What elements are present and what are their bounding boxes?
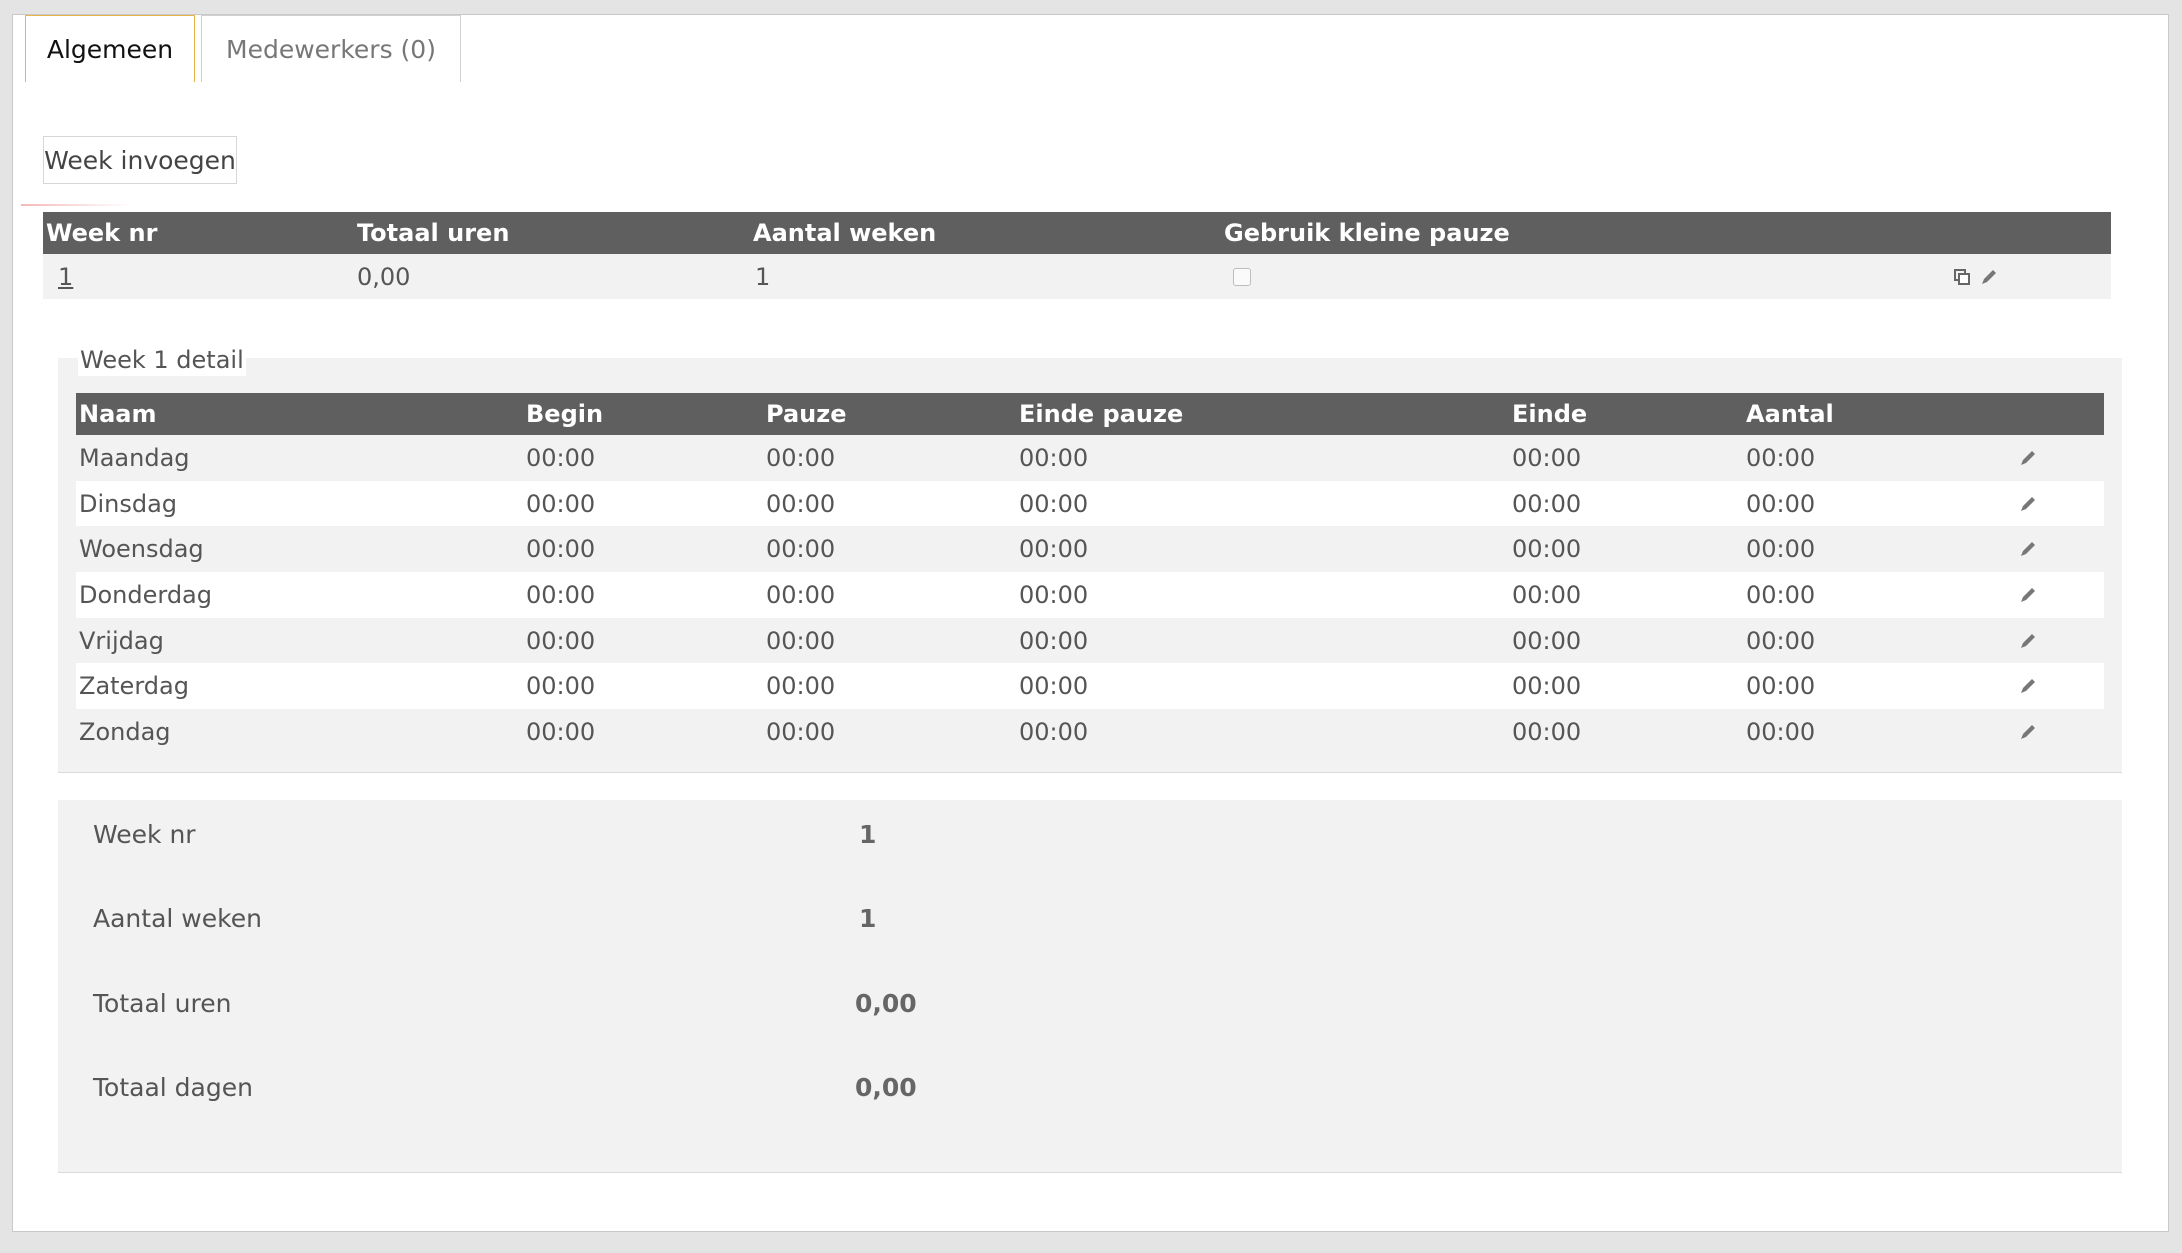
- day-name-cell: Vrijdag: [79, 626, 164, 655]
- col-week-nr: Week nr: [46, 219, 158, 247]
- col-pauze: Pauze: [766, 400, 847, 428]
- pauze-cell: 00:00: [766, 535, 836, 564]
- aantal-weken-cell: 1: [755, 262, 771, 291]
- aantal-cell: 00:00: [1746, 443, 1816, 472]
- einde-cell: 00:00: [1512, 489, 1582, 518]
- pauze-cell: 00:00: [766, 489, 836, 518]
- col-kleine-pauze: Gebruik kleine pauze: [1224, 219, 1510, 247]
- einde-pauze-cell: 00:00: [1019, 489, 1089, 518]
- weeks-table: Week nr Totaal uren Aantal weken Gebruik…: [43, 212, 2111, 299]
- week-nr-link[interactable]: 1: [58, 263, 73, 291]
- begin-cell: 00:00: [526, 489, 596, 518]
- einde-pauze-cell: 00:00: [1019, 626, 1089, 655]
- einde-cell: 00:00: [1512, 717, 1582, 746]
- pencil-icon[interactable]: [1979, 267, 1999, 287]
- summary-totaal-uren-value: 0,00: [855, 989, 917, 1018]
- einde-pauze-cell: 00:00: [1019, 717, 1089, 746]
- pauze-cell: 00:00: [766, 580, 836, 609]
- begin-cell: 00:00: [526, 626, 596, 655]
- summary-totaal-dagen-label: Totaal dagen: [93, 1073, 253, 1102]
- day-name-cell: Maandag: [79, 443, 190, 472]
- pencil-icon[interactable]: [2018, 631, 2038, 651]
- pencil-icon[interactable]: [2018, 448, 2038, 468]
- begin-cell: 00:00: [526, 580, 596, 609]
- table-row: Woensdag 00:00 00:00 00:00 00:00 00:00: [76, 526, 2104, 573]
- day-name-cell: Donderdag: [79, 580, 212, 609]
- aantal-cell: 00:00: [1746, 580, 1816, 609]
- einde-cell: 00:00: [1512, 535, 1582, 564]
- pauze-cell: 00:00: [766, 717, 836, 746]
- day-name-cell: Zondag: [79, 717, 171, 746]
- decorative-line: [21, 204, 133, 206]
- aantal-cell: 00:00: [1746, 672, 1816, 701]
- begin-cell: 00:00: [526, 535, 596, 564]
- aantal-cell: 00:00: [1746, 535, 1816, 564]
- day-name-cell: Dinsdag: [79, 489, 178, 518]
- week-insert-button[interactable]: Week invoegen: [43, 136, 237, 184]
- table-row: Vrijdag 00:00 00:00 00:00 00:00 00:00: [76, 617, 2104, 664]
- einde-pauze-cell: 00:00: [1019, 580, 1089, 609]
- pencil-icon[interactable]: [2018, 539, 2038, 559]
- col-aantal-weken: Aantal weken: [753, 219, 937, 247]
- pencil-icon[interactable]: [2018, 676, 2038, 696]
- einde-pauze-cell: 00:00: [1019, 672, 1089, 701]
- summary-week-nr-value: 1: [859, 820, 877, 849]
- summary-week-nr-label: Week nr: [93, 820, 196, 849]
- aantal-cell: 00:00: [1746, 717, 1816, 746]
- col-naam: Naam: [79, 400, 157, 428]
- einde-cell: 00:00: [1512, 580, 1582, 609]
- totaal-uren-cell: 0,00: [357, 262, 411, 291]
- einde-pauze-cell: 00:00: [1019, 443, 1089, 472]
- col-begin: Begin: [526, 400, 604, 428]
- summary-totaal-dagen-value: 0,00: [855, 1073, 917, 1102]
- col-einde: Einde: [1512, 400, 1588, 428]
- day-name-cell: Zaterdag: [79, 672, 189, 701]
- week-detail-table: Naam Begin Pauze Einde pauze Einde Aanta…: [76, 393, 2104, 755]
- begin-cell: 00:00: [526, 443, 596, 472]
- einde-cell: 00:00: [1512, 443, 1582, 472]
- pencil-icon[interactable]: [2018, 585, 2038, 605]
- aantal-cell: 00:00: [1746, 489, 1816, 518]
- table-row: 1 0,00 1: [43, 254, 2111, 299]
- tab-algemeen[interactable]: Algemeen: [25, 15, 195, 82]
- pauze-cell: 00:00: [766, 443, 836, 472]
- aantal-cell: 00:00: [1746, 626, 1816, 655]
- einde-cell: 00:00: [1512, 672, 1582, 701]
- week-detail-panel: Week 1 detail Naam Begin Pauze Einde pau…: [58, 344, 2122, 773]
- einde-cell: 00:00: [1512, 626, 1582, 655]
- table-row: Maandag 00:00 00:00 00:00 00:00 00:00: [76, 435, 2104, 481]
- pencil-icon[interactable]: [2018, 494, 2038, 514]
- summary-totaal-uren-label: Totaal uren: [93, 989, 232, 1018]
- pencil-icon[interactable]: [2018, 722, 2038, 742]
- pauze-cell: 00:00: [766, 672, 836, 701]
- weeks-table-header: Week nr Totaal uren Aantal weken Gebruik…: [43, 212, 2111, 254]
- copy-icon[interactable]: [1952, 267, 1972, 287]
- week-detail-title: Week 1 detail: [78, 344, 246, 376]
- summary-aantal-weken-value: 1: [859, 904, 877, 933]
- table-row: Donderdag 00:00 00:00 00:00 00:00 00:00: [76, 572, 2104, 618]
- summary-aantal-weken-label: Aantal weken: [93, 904, 262, 933]
- pauze-cell: 00:00: [766, 626, 836, 655]
- col-aantal: Aantal: [1746, 400, 1834, 428]
- table-row: Zondag 00:00 00:00 00:00 00:00 00:00: [76, 709, 2104, 755]
- summary-panel: Week nr 1 Aantal weken 1 Totaal uren 0,0…: [58, 800, 2122, 1173]
- day-name-cell: Woensdag: [79, 535, 204, 564]
- einde-pauze-cell: 00:00: [1019, 535, 1089, 564]
- col-totaal-uren: Totaal uren: [357, 219, 510, 247]
- col-einde-pauze: Einde pauze: [1019, 400, 1184, 428]
- kleine-pauze-checkbox[interactable]: [1233, 267, 1251, 286]
- begin-cell: 00:00: [526, 672, 596, 701]
- table-row: Dinsdag 00:00 00:00 00:00 00:00 00:00: [76, 480, 2104, 527]
- tab-medewerkers[interactable]: Medewerkers (0): [201, 15, 461, 82]
- detail-table-header: Naam Begin Pauze Einde pauze Einde Aanta…: [76, 393, 2104, 435]
- begin-cell: 00:00: [526, 717, 596, 746]
- table-row: Zaterdag 00:00 00:00 00:00 00:00 00:00: [76, 663, 2104, 710]
